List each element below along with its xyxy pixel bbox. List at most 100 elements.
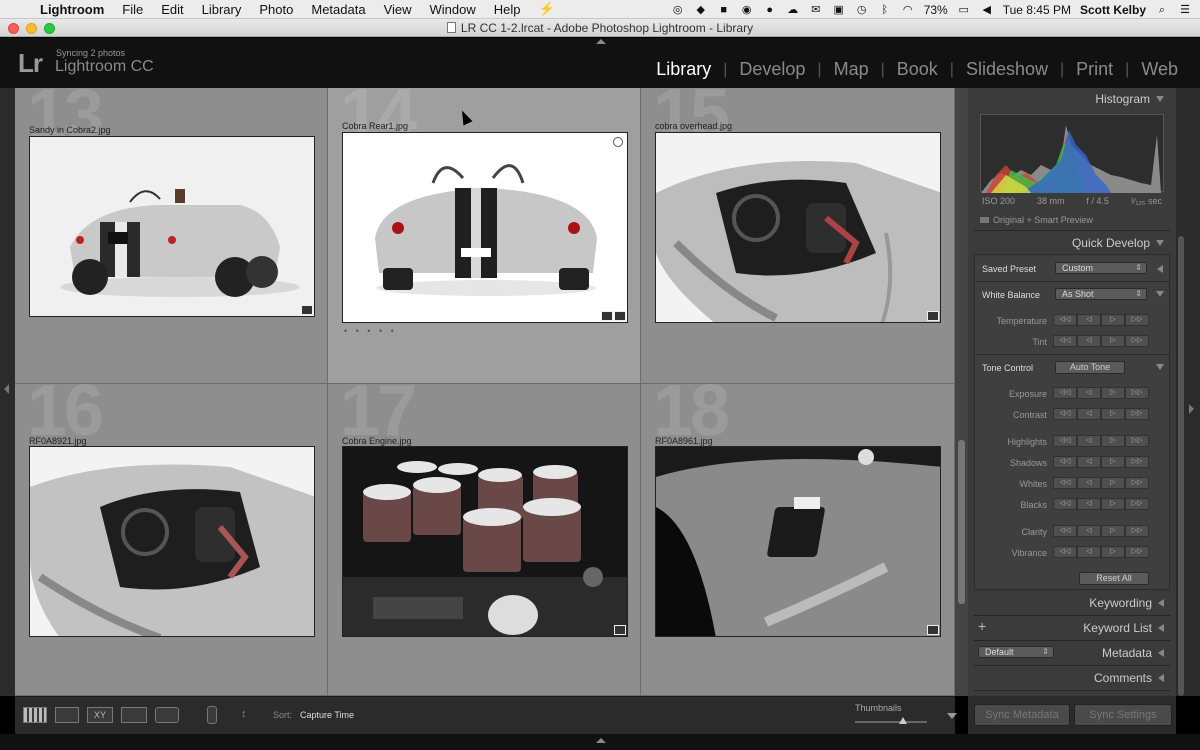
quick-develop-header[interactable]: Quick Develop [1072, 236, 1164, 250]
sync-metadata-button[interactable]: Sync Metadata [974, 704, 1070, 726]
star-rating-dots[interactable]: • • • • • [344, 326, 397, 336]
volume-icon[interactable]: ◀ [980, 4, 994, 16]
edit-badge-icon[interactable] [614, 625, 626, 635]
sort-direction-icon[interactable]: ↕ [241, 708, 247, 720]
module-book[interactable]: Book [885, 59, 950, 80]
big-decrease-button[interactable]: ◁◁ [1053, 435, 1077, 447]
menu-help[interactable]: Help [485, 2, 530, 17]
grid-cell[interactable]: 15 cobra overhead.jpg [641, 88, 955, 384]
cloud-icon[interactable]: ☁ [786, 4, 800, 16]
menu-photo[interactable]: Photo [250, 2, 302, 17]
left-panel-collapsed[interactable] [0, 88, 15, 696]
histogram-graph[interactable] [980, 114, 1164, 193]
saved-preset-dropdown[interactable]: Custom [1055, 262, 1147, 274]
small-decrease-button[interactable]: ◁ [1077, 314, 1101, 326]
collapse-right-panel-icon[interactable] [1189, 404, 1194, 414]
minimize-window-button[interactable] [26, 23, 37, 34]
menu-library[interactable]: Library [193, 2, 251, 17]
thumbnail-size-slider[interactable] [855, 721, 927, 723]
keywording-header[interactable]: Keywording [1089, 596, 1164, 610]
toolbar-menu-triangle-icon[interactable] [947, 713, 957, 719]
grid-cell-selected[interactable]: 14 Cobra Rear1.jpg • • • • • [328, 88, 641, 384]
small-decrease-button[interactable]: ◁ [1077, 477, 1101, 489]
notification-center-icon[interactable]: ☰ [1178, 4, 1192, 16]
people-view-icon[interactable] [155, 707, 179, 723]
menu-metadata[interactable]: Metadata [302, 2, 374, 17]
small-increase-button[interactable]: ▷ [1101, 387, 1125, 399]
sync-status[interactable]: Syncing 2 photos [56, 48, 125, 58]
photo-thumbnail[interactable] [342, 446, 628, 637]
lightning-icon[interactable]: ⚡ [530, 1, 564, 17]
menu-app-name[interactable]: Lightroom [36, 2, 113, 17]
top-panel-toggle-icon[interactable] [596, 39, 606, 44]
small-increase-button[interactable]: ▷ [1101, 408, 1125, 420]
edit-badge-icon[interactable] [927, 311, 939, 321]
small-decrease-button[interactable]: ◁ [1077, 456, 1101, 468]
loupe-view-icon[interactable] [55, 707, 79, 723]
battery-icon[interactable]: ▭ [957, 4, 971, 16]
compare-view-icon[interactable]: XY [87, 707, 113, 723]
big-decrease-button[interactable]: ◁◁ [1053, 314, 1077, 326]
big-increase-button[interactable]: ▷▷ [1125, 546, 1149, 558]
auto-tone-button[interactable]: Auto Tone [1055, 361, 1125, 374]
big-increase-button[interactable]: ▷▷ [1125, 408, 1149, 420]
expand-triangle-icon[interactable] [1158, 674, 1164, 682]
big-increase-button[interactable]: ▷▷ [1125, 387, 1149, 399]
collapse-triangle-icon[interactable] [1156, 291, 1164, 297]
big-decrease-button[interactable]: ◁◁ [1053, 456, 1077, 468]
small-decrease-button[interactable]: ◁ [1077, 435, 1101, 447]
grid-scrollbar[interactable] [955, 88, 968, 696]
evernote-icon[interactable]: ● [763, 4, 777, 16]
collapse-triangle-icon[interactable] [1156, 364, 1164, 370]
menu-window[interactable]: Window [421, 2, 485, 17]
time-machine-icon[interactable]: ◷ [855, 4, 869, 16]
big-increase-button[interactable]: ▷▷ [1125, 477, 1149, 489]
module-slideshow[interactable]: Slideshow [954, 59, 1060, 80]
grid-cell[interactable]: 13 Sandy in Cobra2.jpg [15, 88, 328, 384]
quick-collection-circle-icon[interactable] [613, 137, 623, 147]
keywords-badge-icon[interactable] [601, 311, 613, 321]
big-increase-button[interactable]: ▷▷ [1125, 314, 1149, 326]
small-increase-button[interactable]: ▷ [1101, 435, 1125, 447]
photo-thumbnail[interactable] [655, 446, 941, 637]
photo-thumbnail[interactable] [29, 136, 315, 317]
histogram-header[interactable]: Histogram [1095, 92, 1164, 106]
mail-icon[interactable]: ✉ [809, 4, 823, 16]
expand-triangle-icon[interactable] [1158, 599, 1164, 607]
grid-cell[interactable]: 16 RF0A8921.jpg [15, 384, 328, 696]
small-increase-button[interactable]: ▷ [1101, 525, 1125, 537]
big-decrease-button[interactable]: ◁◁ [1053, 335, 1077, 347]
spray-can-icon[interactable] [207, 706, 217, 724]
small-increase-button[interactable]: ▷ [1101, 456, 1125, 468]
thumbnail-slider-knob[interactable] [899, 717, 907, 724]
tray-app-icon[interactable]: ◉ [740, 4, 754, 16]
survey-view-icon[interactable] [121, 707, 147, 723]
module-web[interactable]: Web [1129, 59, 1190, 80]
preview-status[interactable]: Original + Smart Preview [980, 215, 1093, 225]
creative-cloud-icon[interactable]: ◎ [671, 4, 685, 16]
big-decrease-button[interactable]: ◁◁ [1053, 408, 1077, 420]
small-increase-button[interactable]: ▷ [1101, 335, 1125, 347]
big-decrease-button[interactable]: ◁◁ [1053, 498, 1077, 510]
right-panel-scrollbar[interactable] [1178, 236, 1184, 696]
photo-thumbnail[interactable] [655, 132, 941, 323]
module-print[interactable]: Print [1064, 59, 1125, 80]
collapse-triangle-icon[interactable] [1156, 240, 1164, 246]
expand-triangle-icon[interactable] [1158, 649, 1164, 657]
edit-badge-icon[interactable] [301, 305, 313, 315]
small-increase-button[interactable]: ▷ [1101, 314, 1125, 326]
bluetooth-icon[interactable]: ᛒ [878, 4, 892, 16]
add-keyword-plus-icon[interactable]: + [978, 618, 986, 634]
metadata-preset-dropdown[interactable]: Default [978, 646, 1054, 658]
keyword-list-header[interactable]: Keyword List [1083, 621, 1164, 635]
collapse-triangle-icon[interactable] [1156, 96, 1164, 102]
expand-triangle-icon[interactable] [1157, 265, 1163, 273]
comments-header[interactable]: Comments [1094, 671, 1164, 685]
photo-thumbnail[interactable] [342, 132, 628, 323]
spotlight-search-icon[interactable]: ⌕ [1155, 4, 1169, 16]
big-increase-button[interactable]: ▷▷ [1125, 498, 1149, 510]
small-decrease-button[interactable]: ◁ [1077, 498, 1101, 510]
grid-cell[interactable]: 17 Cobra Engine.jpg [328, 384, 641, 696]
sync-settings-button[interactable]: Sync Settings [1074, 704, 1172, 726]
small-increase-button[interactable]: ▷ [1101, 498, 1125, 510]
